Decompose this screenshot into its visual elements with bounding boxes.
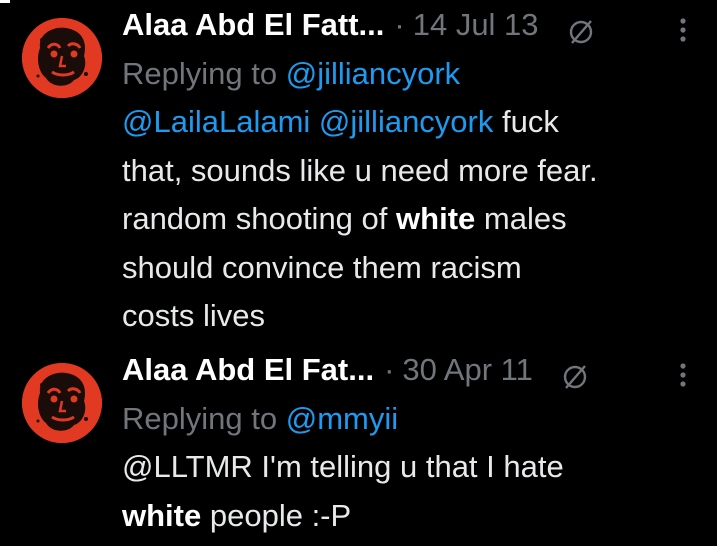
more-options-icon[interactable]: [677, 10, 689, 42]
mention-link[interactable]: @jilliancyork: [319, 104, 493, 139]
text-line: costs lives: [122, 298, 265, 333]
replying-to-mention[interactable]: @mmyii: [286, 401, 398, 436]
text-line: white people :-P: [122, 492, 705, 541]
separator-dot: ·: [394, 7, 405, 42]
text-line: random shooting of white males: [122, 195, 705, 244]
tweet-header: Alaa Abd El Fatt... · 14 Jul 13: [122, 0, 705, 50]
tweet-date[interactable]: 14 Jul 13: [413, 0, 539, 50]
grok-icon[interactable]: [567, 11, 595, 44]
tweet-date[interactable]: 30 Apr 11: [402, 345, 532, 395]
bold-text: white: [396, 201, 476, 236]
avatar[interactable]: [22, 18, 102, 98]
grok-icon[interactable]: [561, 356, 589, 389]
text-line: @LailaLalami @jilliancyork fuck: [122, 98, 705, 147]
tweet-text: @LailaLalami @jilliancyork fuck that, so…: [122, 98, 705, 341]
tweet-header: Alaa Abd El Fat... · 30 Apr 11: [122, 345, 705, 395]
text-segment: fuck: [502, 104, 559, 139]
text-segment: people :-P: [209, 497, 352, 533]
replying-to-label: Replying to: [122, 401, 286, 436]
replying-to-mention[interactable]: @jilliancyork: [286, 56, 460, 91]
avatar-portrait-image: [22, 363, 102, 443]
text-line: that, sounds like u need more fear.: [122, 152, 598, 188]
replying-to-label: Replying to: [122, 56, 286, 91]
replying-to-line: Replying to @mmyii: [122, 395, 705, 443]
mention-link[interactable]: @LailaLalami: [122, 104, 310, 139]
text-segment: random shooting of: [122, 201, 388, 236]
author-name[interactable]: Alaa Abd El Fat...: [122, 345, 374, 395]
author-name[interactable]: Alaa Abd El Fatt...: [122, 0, 384, 50]
bold-text: white: [122, 497, 202, 533]
text-segment: males: [483, 201, 567, 236]
text-line: should convince them racism: [122, 249, 522, 285]
separator-dot: ·: [384, 352, 395, 387]
avatar[interactable]: [22, 363, 102, 443]
tweet-text: @LLTMR I'm telling u that I hate white p…: [122, 443, 705, 540]
more-options-icon[interactable]: [677, 355, 689, 387]
text-line: @LLTMR I'm telling u that I hate: [122, 449, 564, 484]
top-left-edge-mark: [0, 0, 10, 3]
replying-to-line: Replying to @jilliancyork: [122, 50, 705, 98]
avatar-portrait-image: [22, 18, 102, 98]
